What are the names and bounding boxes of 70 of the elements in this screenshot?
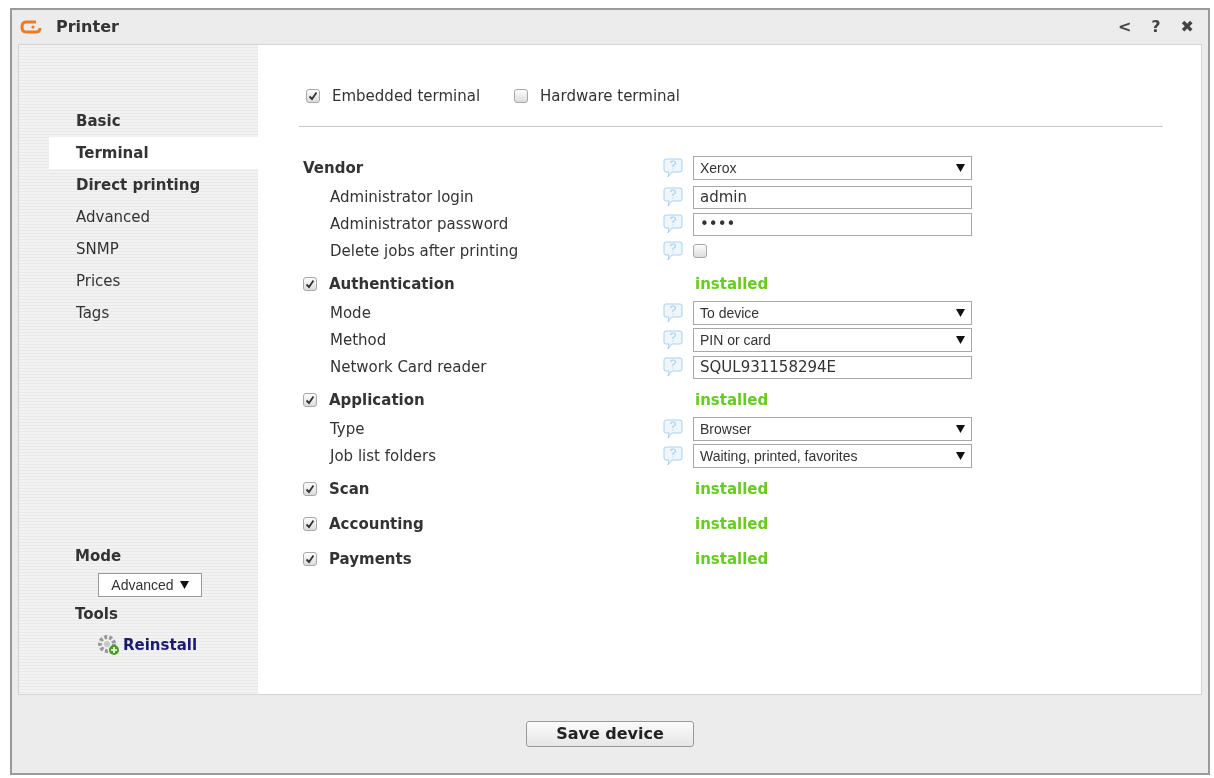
help-icon[interactable] xyxy=(663,240,683,262)
link-logo-icon xyxy=(20,20,42,34)
dropdown[interactable]: Xerox xyxy=(693,156,972,180)
checkbox[interactable] xyxy=(303,277,317,291)
field-label: Method xyxy=(329,329,388,351)
status-text: installed xyxy=(695,273,769,295)
help-icon[interactable] xyxy=(663,445,683,467)
status-text: installed xyxy=(695,548,769,570)
window-title: Printer xyxy=(56,16,119,38)
mode-label: Mode xyxy=(74,545,123,567)
title-bar-button[interactable]: ✖ xyxy=(1180,15,1194,39)
sidebar-item[interactable]: Basic xyxy=(49,105,258,137)
field-label: Job list folders xyxy=(328,445,438,467)
checkbox[interactable] xyxy=(693,244,707,258)
sidebar-item[interactable]: Direct printing xyxy=(49,169,258,201)
checkbox[interactable] xyxy=(303,393,317,407)
help-icon[interactable] xyxy=(663,213,683,235)
help-icon[interactable] xyxy=(663,356,683,378)
sidebar-item[interactable]: Advanced xyxy=(49,201,258,233)
help-icon[interactable] xyxy=(663,157,683,179)
caret-icon xyxy=(956,452,965,460)
help-icon[interactable] xyxy=(663,418,683,440)
checkbox[interactable] xyxy=(514,89,529,104)
section-title: Application xyxy=(329,389,425,411)
section-title: Accounting xyxy=(329,513,424,535)
section-title: Payments xyxy=(329,548,412,570)
input-field[interactable]: •••• xyxy=(693,212,972,236)
checkbox[interactable] xyxy=(303,552,317,566)
help-icon[interactable] xyxy=(663,302,683,324)
caret-icon xyxy=(956,336,965,344)
caret-icon xyxy=(956,164,965,172)
dropdown[interactable]: To device xyxy=(693,301,972,325)
section-title: Scan xyxy=(329,478,370,500)
sidebar-item[interactable]: Prices xyxy=(49,265,258,297)
title-bar-button[interactable]: < xyxy=(1117,15,1132,39)
sidebar-item[interactable]: Terminal xyxy=(49,137,258,169)
checkbox[interactable] xyxy=(306,89,320,104)
field-label: Mode xyxy=(329,302,372,324)
field-label: Network Card reader xyxy=(329,356,488,378)
dropdown[interactable]: Waiting, printed, favorites xyxy=(693,444,972,468)
caret-icon xyxy=(956,425,965,433)
tools-label: Tools xyxy=(74,604,119,625)
checkbox[interactable] xyxy=(303,517,317,531)
checkbox[interactable] xyxy=(303,482,317,496)
help-icon[interactable] xyxy=(663,329,683,351)
section-title: Authentication xyxy=(329,273,455,295)
field-label: Administrator login xyxy=(329,186,475,208)
status-text: installed xyxy=(695,389,769,411)
field-label: Delete jobs after printing xyxy=(329,240,520,262)
dropdown[interactable]: PIN or card xyxy=(693,328,972,352)
section-title: Vendor xyxy=(303,157,364,179)
field-label: Type xyxy=(329,418,366,440)
sidebar-item[interactable]: SNMP xyxy=(49,233,258,265)
input-field[interactable]: SQUL931158294E xyxy=(693,355,972,379)
checkbox-label: Hardware terminal xyxy=(540,86,680,107)
input-field[interactable]: admin xyxy=(693,185,972,209)
save-device-button[interactable]: Save device xyxy=(526,721,694,747)
caret-icon xyxy=(956,309,965,317)
sidebar-item[interactable]: Tags xyxy=(49,297,258,329)
help-icon[interactable] xyxy=(663,186,683,208)
field-label: Administrator password xyxy=(329,213,510,235)
title-bar-button[interactable]: ? xyxy=(1151,15,1161,39)
mode-dropdown[interactable]: Advanced xyxy=(98,573,202,597)
dropdown[interactable]: Browser xyxy=(693,417,972,441)
caret-icon xyxy=(179,581,189,589)
status-text: installed xyxy=(695,478,769,500)
gear-icon xyxy=(97,633,121,656)
reinstall-link[interactable]: Reinstall xyxy=(97,633,258,656)
checkbox-label: Embedded terminal xyxy=(332,86,481,107)
status-text: installed xyxy=(695,513,769,535)
